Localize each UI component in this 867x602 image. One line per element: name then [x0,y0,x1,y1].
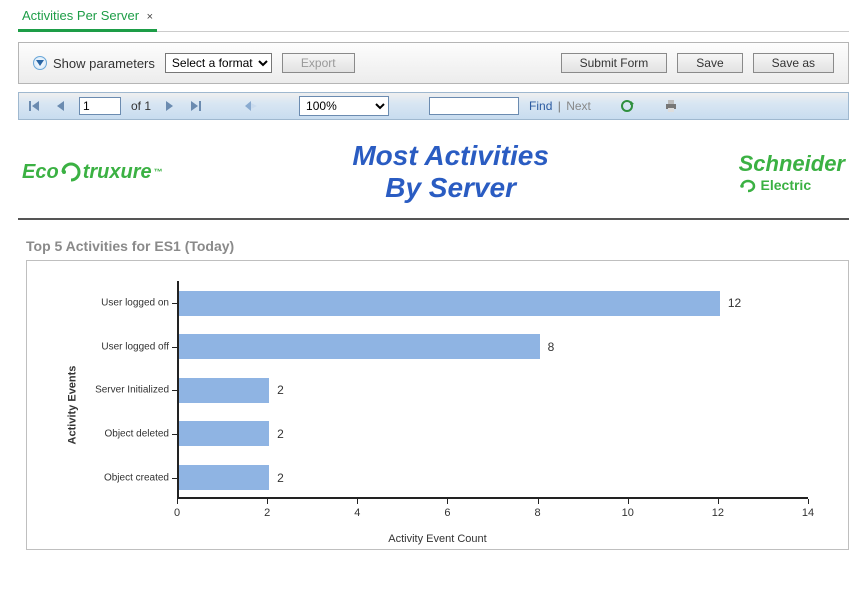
report-header: Eco truxure™ Most Activities By Server S… [18,132,849,220]
report-viewer-toolbar: of 1 100% Find | Next [18,92,849,120]
tab-label: Activities Per Server [22,8,139,23]
save-button[interactable]: Save [677,53,742,73]
search-input[interactable] [429,97,519,115]
y-tick-label: User logged off [101,341,169,352]
x-axis-title: Activity Event Count [388,533,486,545]
eco-swirl-icon [61,162,81,182]
bar-value-label: 12 [728,296,741,310]
x-tick-label: 14 [802,507,814,519]
back-icon[interactable] [243,98,259,114]
close-icon[interactable]: × [147,11,153,23]
show-parameters-label: Show parameters [53,56,155,71]
bar-value-label: 2 [277,471,284,485]
activities-chart: Activity Events Activity Event Count 024… [26,260,849,550]
show-parameters-toggle[interactable]: Show parameters [33,56,155,71]
x-tick-label: 4 [354,507,360,519]
chart-bar [179,465,269,490]
save-as-button[interactable]: Save as [753,53,834,73]
first-page-icon[interactable] [27,98,43,114]
parameters-bar: Show parameters Select a format Export S… [18,42,849,84]
page-of-label: of 1 [131,99,151,113]
y-tick [172,390,177,391]
refresh-icon[interactable] [619,98,635,114]
y-tick-label: Object deleted [105,428,170,439]
chart-bar [179,291,720,316]
x-tick-label: 12 [712,507,724,519]
export-button[interactable]: Export [282,53,355,73]
y-tick [172,434,177,435]
schneider-logo: Schneider Electric [739,151,845,193]
x-tick-label: 10 [622,507,634,519]
triangle-down-icon [33,56,47,70]
zoom-select[interactable]: 100% [299,96,389,116]
next-page-icon[interactable] [161,98,177,114]
report-title: Most Activities By Server [352,140,549,204]
x-tick [267,499,268,504]
y-tick-label: User logged on [101,298,169,309]
find-link[interactable]: Find [529,99,552,113]
y-tick [172,303,177,304]
format-select[interactable]: Select a format [165,53,272,73]
schneider-swirl-icon [739,179,757,193]
chart-bar [179,421,269,446]
x-tick [718,499,719,504]
bar-value-label: 2 [277,427,284,441]
x-tick-label: 0 [174,507,180,519]
tab-activities-per-server[interactable]: Activities Per Server × [18,4,157,32]
bar-value-label: 2 [277,383,284,397]
x-tick [538,499,539,504]
chart-bar [179,378,269,403]
x-tick [628,499,629,504]
y-tick-label: Object created [104,472,169,483]
x-tick [357,499,358,504]
page-number-input[interactable] [79,97,121,115]
chart-bar [179,334,540,359]
y-tick [172,478,177,479]
plot-area: 02468101214User logged on12User logged o… [177,281,808,499]
print-icon[interactable] [663,98,679,114]
y-tick [172,347,177,348]
section-title: Top 5 Activities for ES1 (Today) [26,238,849,254]
x-tick [177,499,178,504]
x-tick-label: 6 [444,507,450,519]
ecostruxure-logo: Eco truxure™ [22,161,163,184]
y-tick-label: Server Initialized [95,385,169,396]
x-tick-label: 2 [264,507,270,519]
x-axis-line [177,497,808,499]
bar-value-label: 8 [548,340,555,354]
x-tick [447,499,448,504]
y-axis-title: Activity Events [66,366,78,445]
find-next-links: Find | Next [529,99,591,113]
next-link[interactable]: Next [566,99,591,113]
x-tick-label: 8 [535,507,541,519]
last-page-icon[interactable] [187,98,203,114]
prev-page-icon[interactable] [53,98,69,114]
x-tick [808,499,809,504]
submit-form-button[interactable]: Submit Form [561,53,668,73]
